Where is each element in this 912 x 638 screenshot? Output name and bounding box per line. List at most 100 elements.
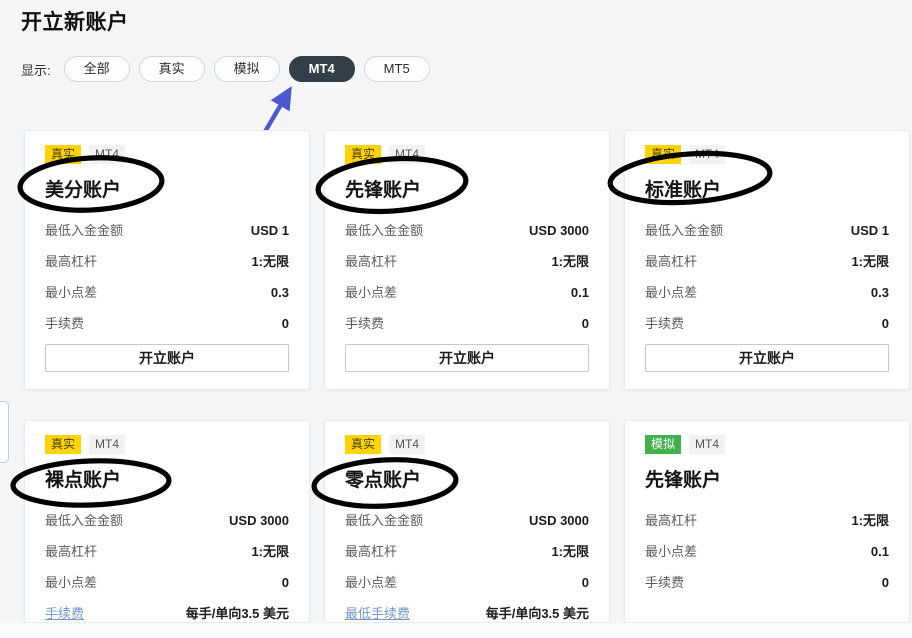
spec-rows: 最低入金金额 USD 3000 最高杠杆 1:无限最小点差0 最低手续费 每手/单向3.5… (345, 498, 589, 623)
account-card-title: 美分账户 (45, 175, 289, 202)
spec-rows: 最低入金金额 USD 3000 最高杠杆1:无限最小点差 0.1 手续费 0 (345, 208, 589, 344)
spec-label: 手续费 (345, 313, 384, 332)
spec-row: 最高杠杆 1:无限 (45, 251, 289, 270)
badge-real: 真实 (45, 435, 81, 454)
spec-row: 最小点差 0 (45, 572, 289, 591)
spec-value: 1:无限 (251, 251, 289, 270)
badge-platform: MT4 (389, 435, 425, 454)
account-card-pioneer-demo: 模拟 MT4 先锋账户最高杠杆 1:无限最小点差0.1 手续费0 (624, 420, 910, 623)
spec-rows: 最低入金金额 USD 3000 最高杠杆 1:无限最小点差 0 手续费每手/单向3.5 美… (45, 498, 289, 623)
badge-platform: MT4 (89, 435, 125, 454)
badge-platform: MT4 (689, 145, 725, 164)
filter-pill-real[interactable]: 真实 (139, 56, 205, 82)
left-edge-widget (0, 401, 9, 463)
filter-label: 显示: (21, 60, 51, 79)
badge-row: 真实 MT4 (645, 145, 889, 164)
badge-real: 真实 (645, 145, 681, 164)
spec-label: 最小点差 (345, 282, 397, 301)
open-new-account-page: 开立新账户 显示: 全部真实模拟MT4MT5 真实MT4美分账户最低入金金额US… (0, 0, 912, 638)
spec-row: 最小点差0.1 (645, 541, 889, 560)
spec-value: 1:无限 (251, 541, 289, 560)
spec-value: 0.1 (871, 544, 889, 559)
spec-label: 最高杠杆 (645, 510, 697, 529)
spec-row: 最低入金金额USD 1 (645, 220, 889, 239)
spec-rows: 最低入金金额USD 1 最高杠杆 1:无限最小点差 0.3 手续费0 (45, 208, 289, 344)
spec-row: 最高杠杆1:无限 (345, 251, 589, 270)
badge-platform: MT4 (389, 145, 425, 164)
spec-value: 0.3 (271, 285, 289, 300)
spec-value: 0 (282, 575, 289, 590)
spec-label: 手续费 (645, 313, 684, 332)
spec-label: 最高杠杆 (345, 541, 397, 560)
spec-label: 手续费 (645, 572, 684, 591)
open-account-button[interactable]: 开立账户 (345, 344, 589, 372)
spec-value: 0 (582, 575, 589, 590)
account-card-title: 标准账户 (645, 175, 889, 202)
open-account-button[interactable]: 开立账户 (45, 344, 289, 372)
spec-row: 手续费 0 (345, 313, 589, 332)
spec-label: 最低入金金额 (45, 510, 123, 529)
spec-row: 手续费0 (645, 572, 889, 591)
filter-pill-mt5[interactable]: MT5 (364, 56, 430, 82)
badge-demo: 模拟 (645, 435, 681, 454)
spec-label: 最高杠杆 (45, 251, 97, 270)
spec-value: 0.3 (871, 285, 889, 300)
spec-label-link[interactable]: 手续费 (45, 603, 84, 622)
badge-real: 真实 (45, 145, 81, 164)
spec-value: 1:无限 (551, 541, 589, 560)
spec-value: 每手/单向3.5 美元 (486, 603, 589, 622)
spec-label: 最高杠杆 (45, 541, 97, 560)
spec-label: 最高杠杆 (645, 251, 697, 270)
spec-rows: 最高杠杆 1:无限最小点差0.1 手续费0 (645, 498, 889, 603)
spec-row: 最低入金金额USD 1 (45, 220, 289, 239)
spec-value: USD 3000 (229, 513, 289, 528)
account-card-standard: 真实 MT4 标准账户最低入金金额USD 1 最高杠杆 1:无限最小点差 0.3 手续费0 开… (624, 130, 910, 390)
spec-label: 最低入金金额 (345, 220, 423, 239)
spec-row: 最低入金金额 USD 3000 (345, 220, 589, 239)
spec-row: 最小点差0 (345, 572, 589, 591)
badge-row: 真实 MT4 (45, 435, 289, 454)
badge-real: 真实 (345, 145, 381, 164)
spec-row: 最高杠杆 1:无限 (645, 510, 889, 529)
open-account-button[interactable]: 开立账户 (645, 344, 889, 372)
filter-pill-demo[interactable]: 模拟 (214, 56, 280, 82)
spec-row: 最高杠杆 1:无限 (645, 251, 889, 270)
spec-label: 最小点差 (45, 572, 97, 591)
spec-label: 最低入金金额 (345, 510, 423, 529)
account-card-zero: 真实MT4零点账户最低入金金额USD 3000最高杠杆1:无限最小点差0最低手续… (324, 420, 610, 623)
spec-rows: 最低入金金额USD 1 最高杠杆 1:无限最小点差 0.3 手续费0 (645, 208, 889, 344)
spec-label: 最低入金金额 (45, 220, 123, 239)
spec-row: 最低手续费 每手/单向3.5 美元 (345, 603, 589, 622)
badge-platform: MT4 (89, 145, 125, 164)
spec-row: 手续费每手/单向3.5 美元 (45, 603, 289, 622)
badge-row: 真实MT4 (345, 435, 589, 454)
spec-value: USD 3000 (529, 513, 589, 528)
spec-row: 最高杠杆 1:无限 (345, 541, 589, 560)
filter-pills: 全部真实模拟 MT4 MT5 (64, 56, 430, 82)
account-card-title: 先锋账户 (645, 465, 889, 492)
spec-value: 0 (582, 316, 589, 331)
spec-row: 手续费0 (645, 313, 889, 332)
filter-pill-mt4[interactable]: MT4 (289, 56, 355, 82)
spec-label-link[interactable]: 最低手续费 (345, 603, 410, 622)
page-title: 开立新账户 (21, 6, 129, 36)
spec-row: 最高杠杆 1:无限 (45, 541, 289, 560)
badge-row: 模拟 MT4 (645, 435, 889, 454)
spec-label: 最小点差 (45, 282, 97, 301)
spec-value: 1:无限 (851, 510, 889, 529)
account-card-title: 裸点账户 (45, 465, 289, 492)
filter-bar: 显示: 全部真实模拟 MT4 MT5 (21, 56, 430, 82)
spec-value: 0.1 (571, 285, 589, 300)
spec-label: 最高杠杆 (345, 251, 397, 270)
badge-platform: MT4 (689, 435, 725, 454)
spec-row: 手续费0 (45, 313, 289, 332)
spec-value: USD 3000 (529, 223, 589, 238)
filter-pill-all[interactable]: 全部 (64, 56, 130, 82)
spec-row: 最小点差 0.3 (45, 282, 289, 301)
spec-row: 最小点差 0.1 (345, 282, 589, 301)
badge-row: 真实 MT4 (345, 145, 589, 164)
spec-row: 最低入金金额 USD 3000 (45, 510, 289, 529)
spec-row: 最小点差 0.3 (645, 282, 889, 301)
spec-label: 最小点差 (645, 282, 697, 301)
spec-value: 1:无限 (851, 251, 889, 270)
